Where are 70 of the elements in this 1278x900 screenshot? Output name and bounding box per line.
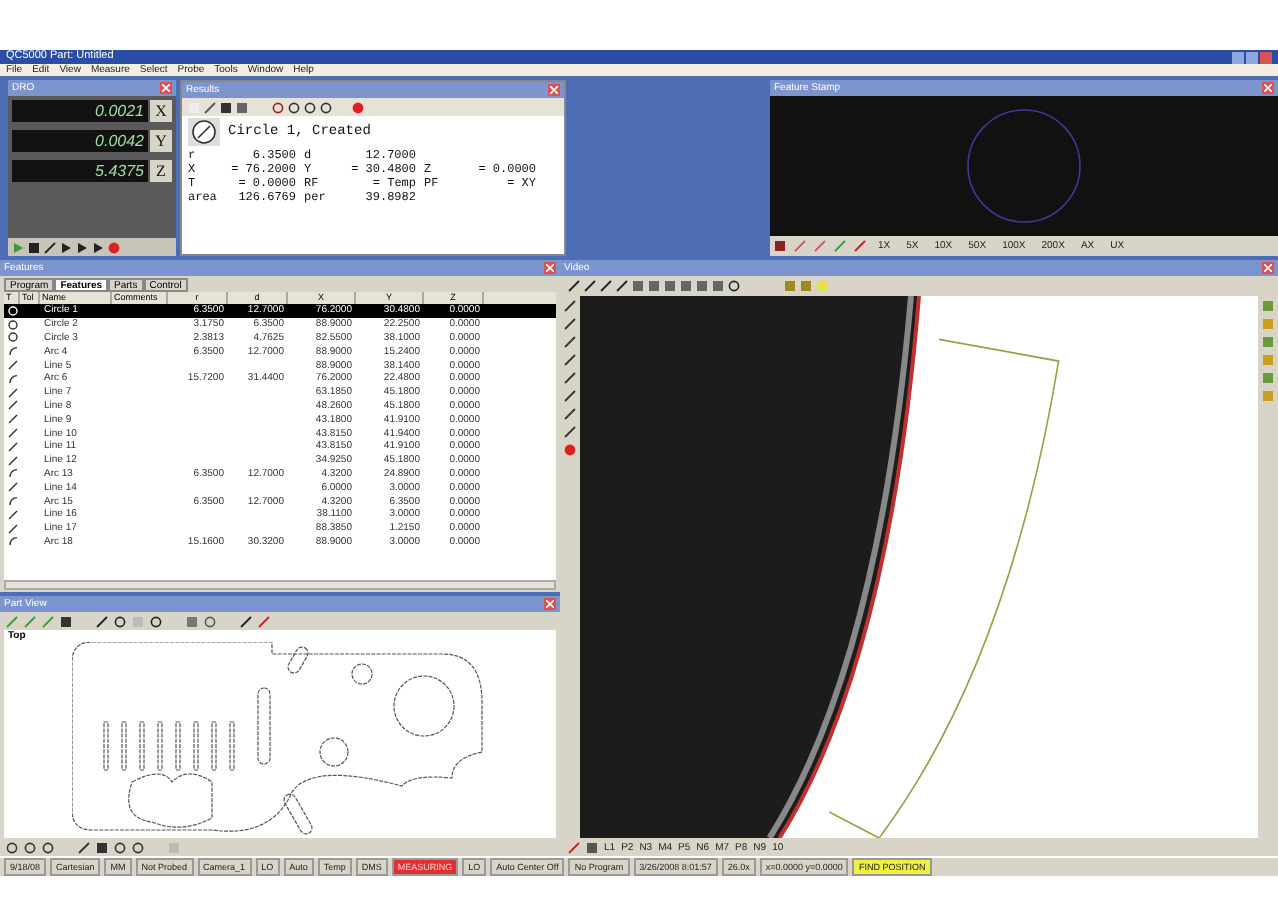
circle-icon[interactable]	[42, 841, 54, 853]
close-icon	[1264, 84, 1272, 92]
line-icon[interactable]	[600, 280, 612, 292]
circle-icon[interactable]	[150, 615, 162, 627]
line-icon[interactable]	[564, 390, 576, 402]
line-icon	[7, 414, 17, 425]
arc-icon	[7, 536, 17, 547]
minimize-button[interactable]	[1232, 51, 1244, 63]
close-icon	[546, 264, 554, 272]
close-button[interactable]	[548, 84, 560, 96]
dro-readout: 5.4375	[12, 160, 148, 182]
arc-icon	[7, 496, 17, 507]
close-button[interactable]	[544, 262, 556, 274]
close-button[interactable]	[1262, 262, 1274, 274]
close-button[interactable]	[544, 598, 556, 610]
axis-button[interactable]: Y	[150, 130, 172, 152]
square-icon[interactable]	[28, 241, 40, 253]
line-icon	[7, 509, 17, 520]
arc-icon	[7, 346, 17, 357]
axis-button[interactable]: Z	[150, 160, 172, 182]
dro-readout: 0.0021	[12, 100, 148, 122]
dro-readout: 0.0042	[12, 130, 148, 152]
line-icon[interactable]	[564, 336, 576, 348]
square-icon[interactable]	[586, 841, 598, 853]
maximize-button[interactable]	[1246, 51, 1258, 63]
circle-icon[interactable]	[114, 615, 126, 627]
line-icon[interactable]	[564, 372, 576, 384]
dot-icon[interactable]	[108, 241, 120, 253]
close-icon	[546, 600, 554, 608]
square-icon[interactable]	[774, 240, 786, 252]
dot-icon[interactable]	[816, 280, 828, 292]
circle-icon[interactable]	[304, 101, 316, 113]
line-icon	[7, 455, 17, 466]
arc-icon	[7, 373, 17, 384]
circle-icon[interactable]	[288, 101, 300, 113]
horizontal-scrollbar[interactable]	[4, 580, 556, 590]
square-icon[interactable]	[236, 101, 248, 113]
line-icon[interactable]	[564, 426, 576, 438]
dot-icon[interactable]	[352, 101, 364, 113]
close-icon	[162, 84, 170, 92]
line-icon[interactable]	[564, 408, 576, 420]
circle-icon[interactable]	[132, 841, 144, 853]
line-icon	[7, 360, 17, 371]
close-button[interactable]	[1262, 82, 1274, 94]
circle-outline-drawing	[966, 108, 1082, 224]
arc-icon	[7, 468, 17, 479]
close-icon	[550, 86, 558, 94]
dot-icon[interactable]	[564, 444, 576, 456]
circle-icon[interactable]	[114, 841, 126, 853]
axis-button[interactable]: X	[150, 100, 172, 122]
square-icon[interactable]	[220, 101, 232, 113]
line-icon[interactable]	[584, 280, 596, 292]
square-icon[interactable]	[60, 615, 72, 627]
line-icon[interactable]	[564, 300, 576, 312]
line-icon[interactable]	[564, 318, 576, 330]
line-icon[interactable]	[616, 280, 628, 292]
close-icon	[1264, 264, 1272, 272]
line-icon[interactable]	[96, 615, 108, 627]
line-icon[interactable]	[568, 280, 580, 292]
line-icon	[7, 482, 17, 493]
circle-icon[interactable]	[320, 101, 332, 113]
circle-icon[interactable]	[204, 615, 216, 627]
circle-icon[interactable]	[728, 280, 740, 292]
circle-icon[interactable]	[6, 841, 18, 853]
line-icon[interactable]	[564, 354, 576, 366]
circle-icon[interactable]	[24, 841, 36, 853]
line-icon	[7, 523, 17, 534]
close-button[interactable]	[160, 82, 172, 94]
square-icon[interactable]	[96, 841, 108, 853]
circle-icon[interactable]	[272, 101, 284, 113]
